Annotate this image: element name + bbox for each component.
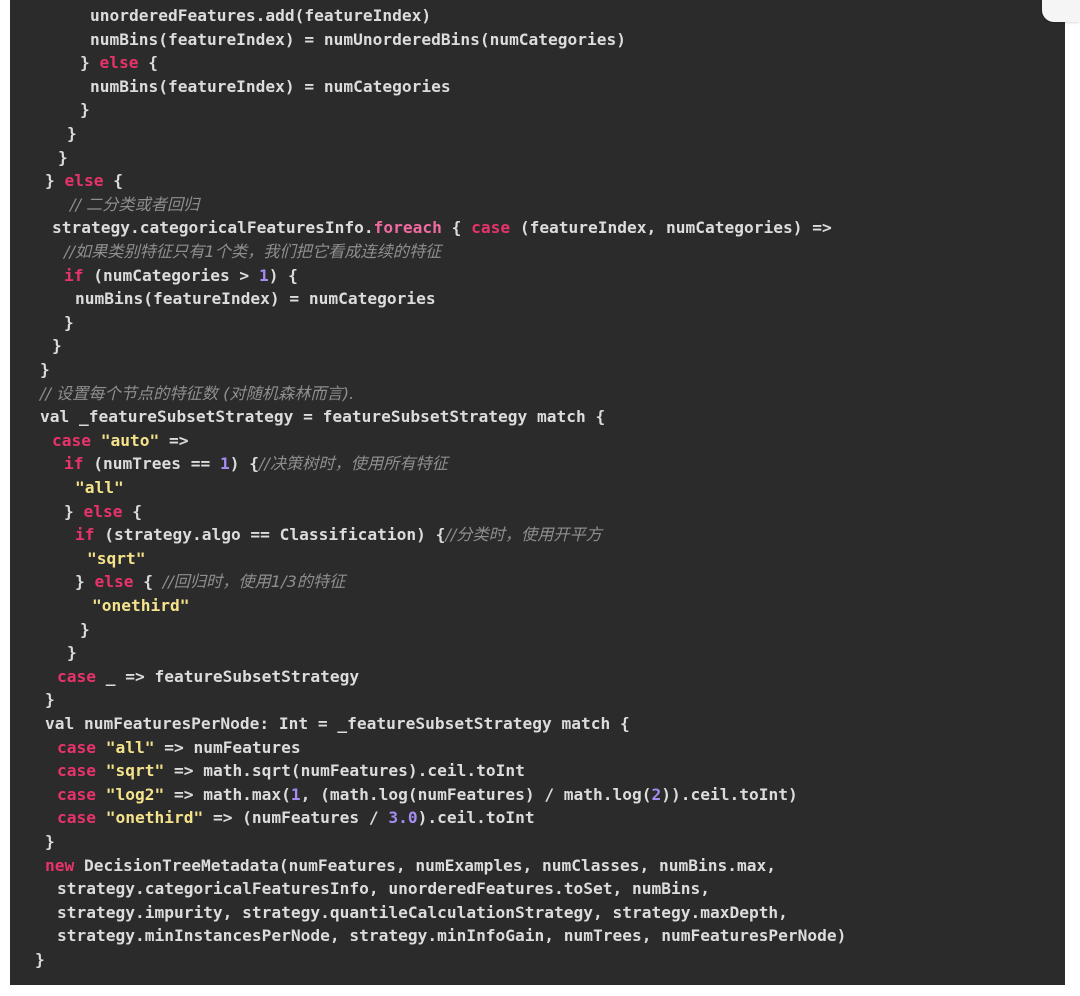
code-line: } [64,312,74,332]
code-line: } [52,336,62,356]
code-viewer: unorderedFeatures.add(featureIndex) numBi… [10,0,1065,985]
string-literal: "onethird" [92,596,190,615]
code-line: } [45,832,55,851]
code-line: "all" [75,476,124,500]
code-line: case "all" => numFeatures [57,737,301,757]
code-line: } else { [80,53,158,73]
code-line: numBins(featureIndex) = numCategories [75,289,436,309]
string-literal: "sqrt" [87,548,146,568]
code-line: } else { [64,501,142,521]
code-comment: // 二分类或者回归 [70,194,200,214]
code-line: //如果类别特征只有1个类，我们把它看成连续的特征 [64,240,441,264]
code-line: case _ => featureSubsetStrategy [57,666,360,686]
code-line: strategy.impurity, strategy.quantileCalc… [57,902,788,922]
keyword: case [471,218,511,238]
string-literal: "all" [75,478,124,497]
code-line: } [80,619,90,639]
code-line: val _featureSubsetStrategy = featureSubs… [40,407,606,427]
keyword: else [83,501,123,521]
code-line: } else { //回归时，使用1/3的特征 [75,572,346,592]
number-literal: 2 [651,784,662,804]
scroll-corner [1042,0,1080,22]
code-line: case "log2" => math.max(1, (math.log(num… [57,784,798,804]
number-literal: 1 [219,454,230,474]
code-line: strategy.categoricalFeaturesInfo, unorde… [57,879,710,899]
code-comment: //决策树时，使用所有特征 [258,454,448,474]
code-line: numBins(featureIndex) = numCategories [90,76,451,96]
string-literal: "auto" [100,430,160,450]
code-block: unorderedFeatures.add(featureIndex) numBi… [10,4,1065,984]
code-comment: //如果类别特征只有1个类，我们把它看成连续的特征 [64,242,442,261]
code-comment: //分类时，使用开平方 [445,525,602,545]
code-line: strategy.minInstancesPerNode, strategy.m… [57,926,847,946]
string-literal: "onethird" [105,808,204,828]
code-line: } [58,147,68,167]
code-line: case "onethird" => (numFeatures / 3.0).c… [57,808,535,828]
number-literal: 3.0 [388,808,418,828]
code-line: } [40,360,50,379]
code-line: numBins(featureIndex) = numUnorderedBins… [90,29,627,49]
number-literal: 1 [290,784,301,804]
keyword: else [64,171,104,191]
keyword: else [99,53,139,73]
code-line: } [67,124,77,143]
keyword: case [57,784,96,804]
code-line: val numFeaturesPerNode: Int = _featureSu… [45,714,630,733]
code-line: case "sqrt" => math.sqrt(numFeatures).ce… [57,761,525,781]
keyword: if [64,454,84,474]
code-line: "onethird" [92,594,189,618]
code-line: } [35,950,45,969]
code-comment: //回归时，使用1/3的特征 [162,572,346,592]
keyword: case [57,666,96,686]
keyword: case [57,808,96,828]
code-line: // 二分类或者回归 [70,193,199,217]
keyword: case [57,737,96,757]
code-comment: // 设置每个节点的特征数 (对随机森林而言). [40,383,355,403]
code-line: "sqrt" [87,547,145,571]
keyword: case [57,761,96,781]
code-line: if (strategy.algo == Classification) {//… [75,525,602,545]
keyword: if [64,265,84,285]
keyword: case [52,430,91,450]
number-literal: 1 [258,265,269,285]
string-literal: "sqrt" [105,761,165,781]
code-line: } [67,643,77,663]
code-line: if (numTrees == 1) {//决策树时，使用所有特征 [64,454,448,474]
code-line: strategy.categoricalFeaturesInfo.foreach… [52,218,832,238]
string-literal: "all" [105,737,155,757]
keyword: foreach [373,218,442,238]
code-line: new DecisionTreeMetadata(numFeatures, nu… [45,855,776,875]
string-literal: "log2" [105,784,165,804]
code-line: // 设置每个节点的特征数 (对随机森林而言). [40,382,354,406]
keyword: else [94,572,134,592]
code-line: } else { [45,171,123,191]
code-line: if (numCategories > 1) { [64,265,298,285]
keyword: new [45,855,75,875]
code-line: } [80,100,90,120]
code-line: } [45,690,55,710]
keyword: if [75,525,95,545]
code-line: unorderedFeatures.add(featureIndex) [90,6,432,25]
code-line: case "auto" => [52,430,189,450]
